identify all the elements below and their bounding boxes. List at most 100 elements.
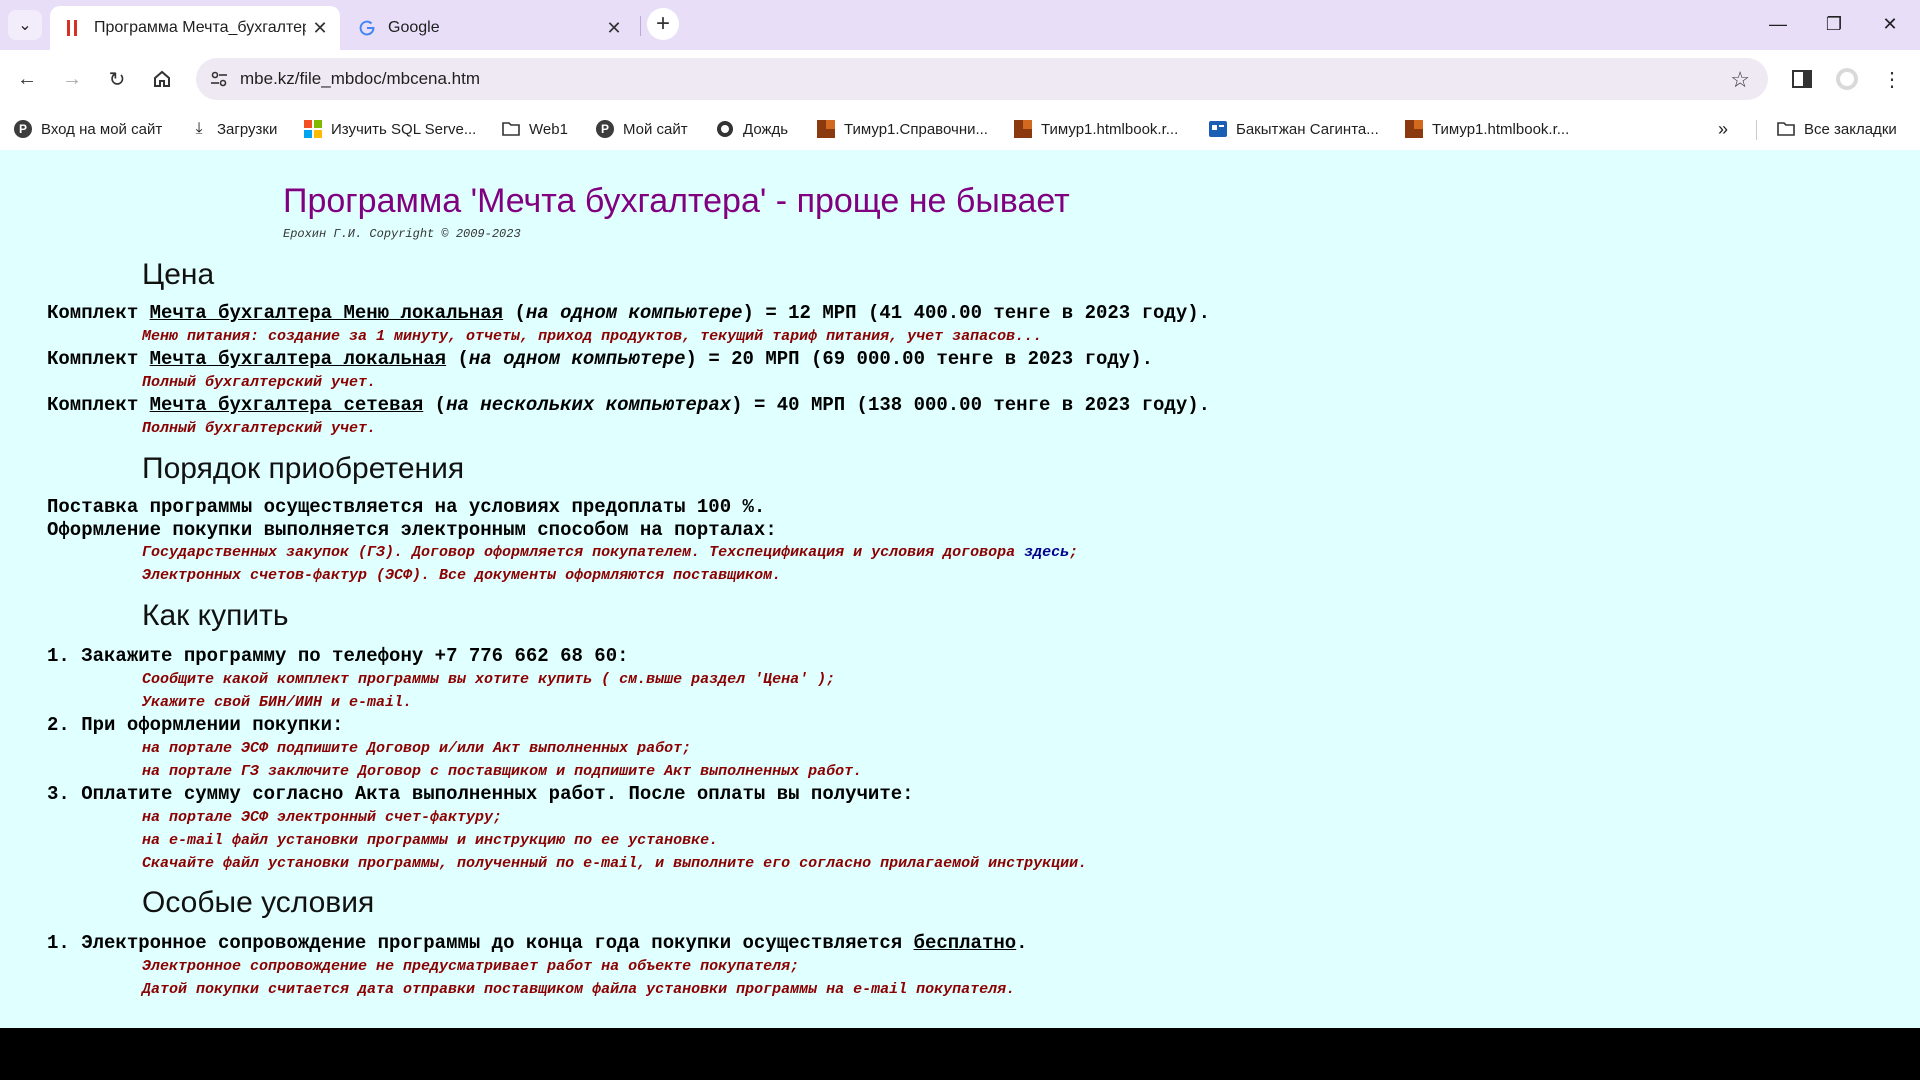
note: на нескольких компьютерах xyxy=(446,394,732,416)
reload-button[interactable]: ↻ xyxy=(102,64,132,94)
price-line: Комплект Мечта бухгалтера локальная (на … xyxy=(47,348,1153,370)
divider xyxy=(1756,120,1757,140)
close-window-button[interactable]: ✕ xyxy=(1862,0,1918,48)
text: ( xyxy=(423,394,447,416)
howto-step: 3. Оплатите сумму согласно Акта выполнен… xyxy=(47,783,914,805)
price-desc: Полный бухгалтерский учет. xyxy=(142,420,377,437)
free-link[interactable]: бесплатно xyxy=(914,932,1017,954)
site-favicon-icon xyxy=(64,19,82,37)
address-bar[interactable]: mbe.kz/file_mbdoc/mbcena.htm ☆ xyxy=(196,58,1768,100)
order-sub: Электронных счетов-фактур (ЭСФ). Все док… xyxy=(142,567,782,584)
text: . xyxy=(1016,932,1028,954)
text: Комплект xyxy=(47,348,150,370)
bookmark-item[interactable]: ⤓ Загрузки xyxy=(190,116,277,142)
new-tab-button[interactable]: + xyxy=(647,8,679,40)
text: ( xyxy=(446,348,469,370)
bookmark-label: Бакытжан Сагинта... xyxy=(1236,120,1379,138)
bookmark-label: Изучить SQL Serve... xyxy=(331,120,477,138)
bookmark-item[interactable]: Тимур1.htmlbook.r... xyxy=(1014,116,1178,142)
google-icon xyxy=(358,19,376,37)
arrow-left-icon: ← xyxy=(17,67,37,90)
text: ) = 12 МРП (41 400.00 тенге в 2023 году)… xyxy=(742,302,1211,324)
back-button[interactable]: ← xyxy=(12,64,42,94)
text: Государственных закупок (ГЗ). Договор оф… xyxy=(142,544,1025,561)
special-item: 1. Электронное сопровождение программы д… xyxy=(47,932,1028,954)
url-text[interactable]: mbe.kz/file_mbdoc/mbcena.htm xyxy=(240,69,480,89)
all-bookmarks-button[interactable]: Все закладки xyxy=(1777,116,1897,142)
bookmark-label: Тимур1.Справочни... xyxy=(844,120,988,138)
brick-icon xyxy=(1405,120,1423,138)
howto-sub: Укажите свой БИН/ИИН и e-mail. xyxy=(142,694,413,711)
page-content: Программа 'Мечта бухгалтера' - проще не … xyxy=(0,150,1920,1028)
tab-search-button[interactable]: ⌄ xyxy=(8,10,42,40)
bookmark-label: Web1 xyxy=(529,120,568,138)
brick-icon xyxy=(1014,120,1032,138)
browser-toolbar: ← → ↻ mbe.kz/file_mbdoc/mbcena.htm ☆ ⋮ xyxy=(0,50,1920,108)
howto-step: 1. Закажите программу по телефону +7 776… xyxy=(47,645,629,667)
special-sub: Датой покупки считается дата отправки по… xyxy=(142,981,1016,998)
text: ) = 40 МРП (138 000.00 тенге в 2023 году… xyxy=(731,394,1211,416)
close-icon[interactable]: ✕ xyxy=(600,18,628,39)
text: ( xyxy=(503,302,526,324)
side-panel-icon[interactable] xyxy=(1786,63,1818,95)
order-line: Оформление покупки выполняется электронн… xyxy=(47,519,777,541)
close-icon[interactable]: ✕ xyxy=(306,18,334,39)
section-heading-order: Порядок приобретения xyxy=(142,452,465,485)
tab-google[interactable]: Google ✕ xyxy=(344,6,634,50)
bookmark-item[interactable]: Бакытжан Сагинта... xyxy=(1209,116,1379,142)
text: 1. Электронное сопровождение программы д… xyxy=(47,932,914,954)
p-icon: P xyxy=(596,120,614,138)
bookmark-item[interactable]: P Вход на мой сайт xyxy=(14,116,162,142)
product-link[interactable]: Мечта бухгалтера локальная xyxy=(150,348,446,370)
note: на одном компьютере xyxy=(468,348,686,370)
page-title: Программа 'Мечта бухгалтера' - проще не … xyxy=(283,182,1070,220)
howto-sub: Сообщите какой комплект программы вы хот… xyxy=(142,671,836,688)
price-desc: Полный бухгалтерский учет. xyxy=(142,374,377,391)
home-button[interactable] xyxy=(147,64,177,94)
chevron-down-icon: ⌄ xyxy=(18,17,32,34)
menu-kebab-icon[interactable]: ⋮ xyxy=(1876,63,1908,95)
price-line: Комплект Мечта бухгалтера сетевая (на не… xyxy=(47,394,1210,416)
minimize-button[interactable]: — xyxy=(1750,0,1806,48)
product-link[interactable]: Мечта бухгалтера Меню локальная xyxy=(150,302,503,324)
forward-button[interactable]: → xyxy=(57,64,87,94)
profile-avatar-icon[interactable] xyxy=(1831,63,1863,95)
bookmark-label: Дождь xyxy=(743,120,789,138)
howto-sub: на e-mail файл установки программы и инс… xyxy=(142,832,719,849)
order-line: Поставка программы осуществляется на усл… xyxy=(47,496,766,518)
bookmark-item[interactable]: Дождь xyxy=(716,116,788,142)
site-info-icon[interactable] xyxy=(204,64,234,94)
bookmark-item[interactable]: Тимур1.Справочни... xyxy=(817,116,988,142)
bookmark-item[interactable]: Web1 xyxy=(502,116,568,142)
here-link[interactable]: здесь xyxy=(1024,544,1069,561)
bookmark-item[interactable]: P Мой сайт xyxy=(596,116,688,142)
bookmark-label: Тимур1.htmlbook.r... xyxy=(1041,120,1179,138)
folder-icon xyxy=(1777,120,1795,138)
price-line: Комплект Мечта бухгалтера Меню локальная… xyxy=(47,302,1210,324)
bookmark-star-icon[interactable]: ☆ xyxy=(1730,67,1750,93)
bookmark-label: Тимур1.htmlbook.r... xyxy=(1432,120,1570,138)
text: ) = 20 МРП (69 000.00 тенге в 2023 году)… xyxy=(685,348,1154,370)
bookmark-label: Вход на мой сайт xyxy=(41,120,163,138)
product-link[interactable]: Мечта бухгалтера сетевая xyxy=(150,394,424,416)
profile-card-icon xyxy=(1209,120,1227,138)
special-sub: Электронное сопровождение не предусматри… xyxy=(142,958,800,975)
restore-button[interactable]: ❐ xyxy=(1806,0,1862,48)
more-bookmarks-button[interactable]: » xyxy=(1718,116,1728,142)
browser-chrome: ⌄ Программа Мечта_бухгалтер ✕ Google ✕ +… xyxy=(0,0,1920,150)
section-heading-special: Особые условия xyxy=(142,886,375,919)
tab-active[interactable]: Программа Мечта_бухгалтер ✕ xyxy=(50,6,340,50)
section-heading-price: Цена xyxy=(142,258,215,291)
bookmark-item[interactable]: Тимур1.htmlbook.r... xyxy=(1405,116,1569,142)
p-icon: P xyxy=(14,120,32,138)
section-heading-howto: Как купить xyxy=(142,599,289,632)
tab-separator xyxy=(640,16,641,36)
reload-icon: ↻ xyxy=(108,68,126,91)
download-icon: ⤓ xyxy=(195,120,203,137)
copyright-text: Ерохин Г.И. Copyright © 2009-2023 xyxy=(283,227,521,241)
howto-sub: на портале ГЗ заключите Договор с постав… xyxy=(142,763,863,780)
order-sub: Государственных закупок (ГЗ). Договор оф… xyxy=(142,544,1078,561)
double-chevron-right-icon: » xyxy=(1718,118,1729,139)
bookmark-item[interactable]: Изучить SQL Serve... xyxy=(304,116,476,142)
all-bookmarks-label: Все закладки xyxy=(1804,120,1897,138)
